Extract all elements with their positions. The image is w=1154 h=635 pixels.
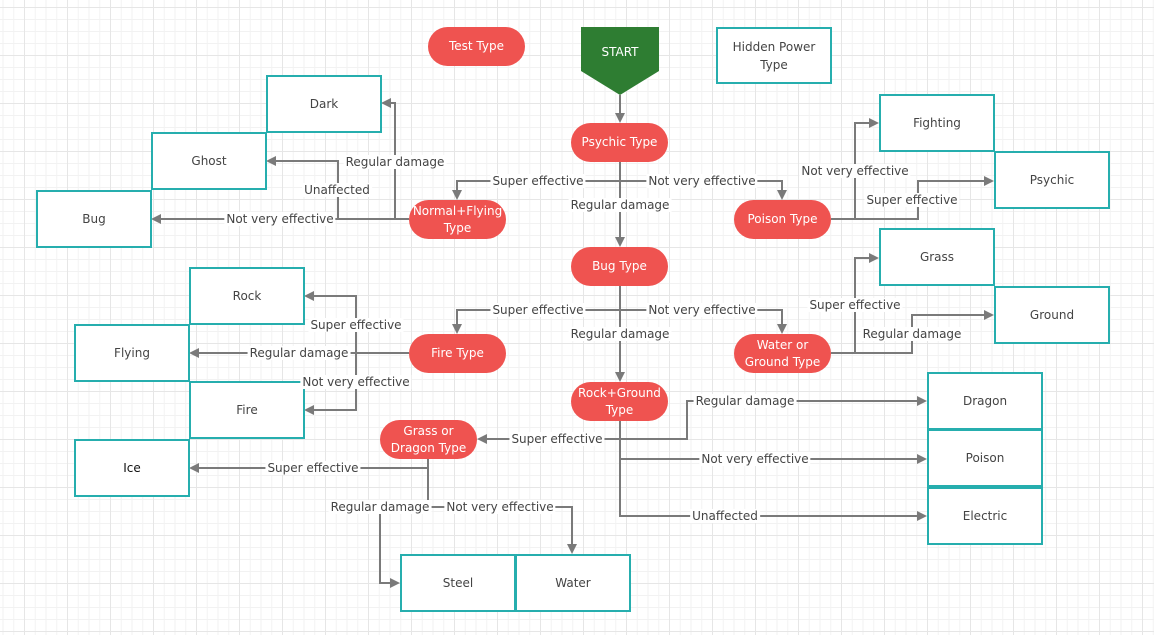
edge-label: Not very effective (444, 500, 556, 514)
decision-rock-ground[interactable]: Rock+Ground Type (571, 382, 668, 421)
edge-label: Super effective (308, 318, 404, 332)
decision-psychic[interactable]: Psychic Type (571, 123, 668, 162)
result-poison[interactable]: Poison (927, 429, 1043, 487)
edge-label: Super effective (490, 174, 586, 188)
result-fire[interactable]: Fire (189, 381, 305, 439)
decision-fire[interactable]: Fire Type (409, 334, 506, 373)
edge-label: Regular damage (343, 155, 447, 169)
start-label: START (601, 45, 639, 59)
result-water[interactable]: Water (515, 554, 631, 612)
edge-label: Regular damage (568, 198, 672, 212)
result-grass[interactable]: Grass (879, 228, 995, 286)
decision-grass-dragon[interactable]: Grass or Dragon Type (380, 420, 477, 459)
edge-label: Not very effective (300, 375, 412, 389)
decision-normal-flying[interactable]: Normal+Flying Type (409, 200, 506, 239)
edge-label: Not very effective (699, 452, 811, 466)
edge-label: Super effective (490, 303, 586, 317)
edge-label: Not very effective (646, 303, 758, 317)
edge-label: Not very effective (799, 164, 911, 178)
decision-poison[interactable]: Poison Type (734, 200, 831, 239)
edge-label: Regular damage (860, 327, 964, 341)
result-rock[interactable]: Rock (189, 267, 305, 325)
legend-test-type: Test Type (428, 27, 525, 66)
result-ice[interactable]: Ice (74, 439, 190, 497)
edge-label: Super effective (807, 298, 903, 312)
start-node[interactable]: START (581, 27, 659, 95)
decision-water-ground[interactable]: Water or Ground Type (734, 334, 831, 373)
edge-label: Unaffected (690, 509, 760, 523)
edge-label: Regular damage (693, 394, 797, 408)
result-electric[interactable]: Electric (927, 487, 1043, 545)
result-ghost[interactable]: Ghost (151, 132, 267, 190)
legend-hidden-power-type: Hidden Power Type (716, 27, 832, 84)
edge-label: Super effective (509, 432, 605, 446)
result-bug[interactable]: Bug (36, 190, 152, 248)
edge-label: Regular damage (568, 327, 672, 341)
result-psychic[interactable]: Psychic (994, 151, 1110, 209)
result-dark[interactable]: Dark (266, 75, 382, 133)
edge-label: Regular damage (328, 500, 432, 514)
result-ground[interactable]: Ground (994, 286, 1110, 344)
result-steel[interactable]: Steel (400, 554, 516, 612)
decision-bug[interactable]: Bug Type (571, 247, 668, 286)
edge-label: Not very effective (224, 212, 336, 226)
result-flying[interactable]: Flying (74, 324, 190, 382)
edge-label: Unaffected (302, 183, 372, 197)
edge-label: Super effective (265, 461, 361, 475)
edge-label: Not very effective (646, 174, 758, 188)
edge-label: Regular damage (247, 346, 351, 360)
result-dragon[interactable]: Dragon (927, 372, 1043, 430)
edge-label: Super effective (864, 193, 960, 207)
result-fighting[interactable]: Fighting (879, 94, 995, 152)
